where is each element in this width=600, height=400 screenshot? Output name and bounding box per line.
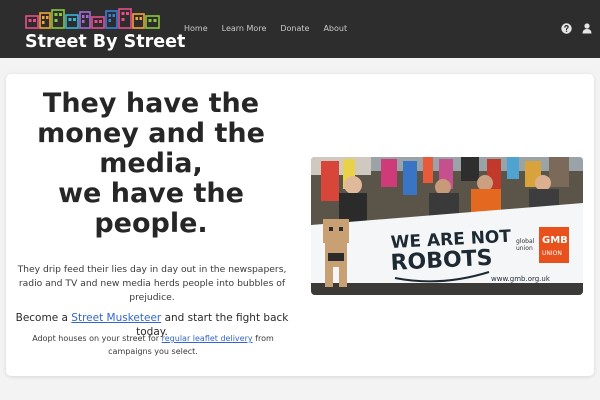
nav-donate[interactable]: Donate <box>280 22 309 36</box>
protest-photo-image: WE ARE NOT ROBOTS global union GMB UNION… <box>311 157 583 295</box>
headline-line: people. <box>94 208 208 239</box>
navbar: Street By Street Home Learn More Donate … <box>0 0 600 58</box>
nav-icons <box>560 22 593 34</box>
site-logo[interactable]: Street By Street <box>25 8 185 52</box>
street-musketeer-link[interactable]: Street Musketeer <box>71 312 161 324</box>
gmb-union-text: UNION <box>542 250 562 257</box>
headline-line: They have the <box>42 88 260 119</box>
nav-links: Home Learn More Donate About <box>184 22 361 36</box>
nav-learn-more[interactable]: Learn More <box>222 22 267 36</box>
gu-line2: union <box>516 245 533 252</box>
hero-headline: They have the money and the media, we ha… <box>26 89 276 239</box>
headline-line: media, <box>99 148 203 179</box>
brand-name: Street By Street <box>25 32 186 52</box>
leaflet-delivery-link[interactable]: regular leaflet delivery <box>162 334 253 343</box>
houses-logo-icon <box>25 8 160 29</box>
protest-photo: WE ARE NOT ROBOTS global union GMB UNION… <box>311 157 583 295</box>
help-icon[interactable] <box>560 22 572 34</box>
headline-line: money and the <box>37 118 265 149</box>
banner-text-line2: ROBOTS <box>390 246 493 276</box>
gmb-logo-text: GMB <box>542 235 568 246</box>
gu-line1: global <box>516 238 535 245</box>
nav-about[interactable]: About <box>323 22 347 36</box>
hero-card: They have the money and the media, we ha… <box>6 74 594 376</box>
sub-text-before: Adopt houses on your street for <box>32 334 162 343</box>
user-icon[interactable] <box>581 22 593 34</box>
headline-line: we have the <box>58 178 244 209</box>
hero-description: They drip feed their lies day in day out… <box>17 264 287 303</box>
nav-home[interactable]: Home <box>184 22 208 36</box>
cta-text-before: Become a <box>15 312 72 324</box>
hero-subtext: Adopt houses on your street for regular … <box>18 332 288 358</box>
banner-url-text: www.gmb.org.uk <box>491 275 551 283</box>
